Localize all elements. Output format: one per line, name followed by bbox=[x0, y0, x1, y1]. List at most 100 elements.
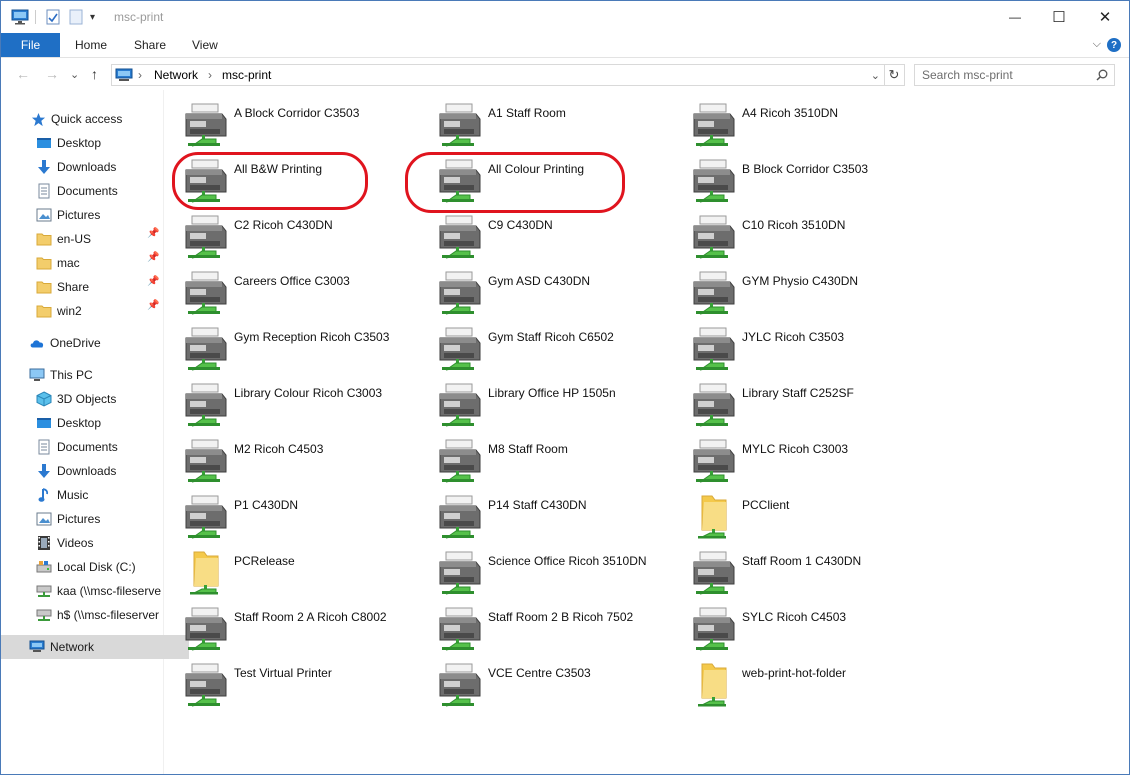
pictures-icon bbox=[36, 207, 52, 223]
printer-item[interactable]: Science Office Ricoh 3510DN bbox=[436, 548, 676, 598]
close-button[interactable]: ✕ bbox=[1082, 1, 1128, 33]
customize-toolbar-icon[interactable]: ▾ bbox=[90, 9, 95, 25]
desktop-icon bbox=[36, 135, 52, 151]
printer-item[interactable]: SYLC Ricoh C4503 bbox=[690, 604, 930, 654]
printer-icon bbox=[436, 212, 484, 260]
item-name: MYLC Ricoh C3003 bbox=[742, 442, 849, 456]
printer-item[interactable]: MYLC Ricoh C3003 bbox=[690, 436, 930, 486]
address-dropdown-icon[interactable]: ⌄ bbox=[871, 69, 880, 82]
item-name: Staff Room 1 C430DN bbox=[742, 554, 862, 568]
address-row: ← → ⌄ ↑ › Network › msc-print ⌄ ↻ bbox=[1, 58, 1129, 90]
nav-quick-access[interactable]: Quick access bbox=[1, 107, 190, 131]
tab-home[interactable]: Home bbox=[75, 33, 107, 57]
printer-item[interactable]: M2 Ricoh C4503 bbox=[182, 436, 422, 486]
item-name: M2 Ricoh C4503 bbox=[234, 442, 324, 456]
cube-icon bbox=[36, 391, 52, 407]
printer-item[interactable]: A Block Corridor C3503 bbox=[182, 100, 422, 150]
printer-icon bbox=[182, 380, 230, 428]
item-name: A1 Staff Room bbox=[488, 106, 566, 120]
printer-item[interactable]: VCE Centre C3503 bbox=[436, 660, 676, 710]
new-folder-icon[interactable] bbox=[69, 9, 83, 25]
printer-item[interactable]: M8 Staff Room bbox=[436, 436, 676, 486]
vertical-scrollbar[interactable] bbox=[1115, 90, 1129, 774]
printer-icon bbox=[436, 604, 484, 652]
printer-item[interactable]: C10 Ricoh 3510DN bbox=[690, 212, 930, 262]
item-name: Library Office HP 1505n bbox=[488, 386, 616, 400]
printer-icon bbox=[182, 100, 230, 148]
network-window-icon[interactable] bbox=[11, 9, 29, 25]
shared-folder-item[interactable]: PCClient bbox=[690, 492, 930, 542]
nav-label: Pictures bbox=[57, 208, 101, 222]
expand-ribbon-icon[interactable]: ⌵ bbox=[1093, 38, 1101, 51]
breadcrumb-network[interactable]: Network bbox=[154, 68, 198, 82]
printer-item[interactable]: B Block Corridor C3503 bbox=[690, 156, 930, 206]
help-icon[interactable]: ? bbox=[1107, 38, 1121, 52]
folder-icon bbox=[36, 279, 52, 295]
printer-item[interactable]: GYM Physio C430DN bbox=[690, 268, 930, 318]
star-icon bbox=[30, 111, 46, 127]
printer-item[interactable]: Gym Staff Ricoh C6502 bbox=[436, 324, 676, 374]
printer-item[interactable]: A1 Staff Room bbox=[436, 100, 676, 150]
printer-icon bbox=[182, 604, 230, 652]
item-name: Science Office Ricoh 3510DN bbox=[488, 554, 647, 568]
printer-item[interactable]: Library Office HP 1505n bbox=[436, 380, 676, 430]
nav-onedrive[interactable]: OneDrive bbox=[1, 331, 189, 355]
printer-icon bbox=[690, 436, 738, 484]
nav-label: kaa (\\msc-fileserve bbox=[57, 584, 162, 598]
printer-item[interactable]: C9 C430DN bbox=[436, 212, 676, 262]
printer-item[interactable]: Library Staff C252SF bbox=[690, 380, 930, 430]
printer-icon bbox=[690, 604, 738, 652]
properties-icon[interactable] bbox=[46, 9, 60, 25]
refresh-button[interactable]: ↻ bbox=[884, 64, 905, 86]
printer-item[interactable]: C2 Ricoh C430DN bbox=[182, 212, 422, 262]
printer-item[interactable]: Staff Room 2 B Ricoh 7502 bbox=[436, 604, 676, 654]
nav-network[interactable]: Network bbox=[1, 635, 189, 659]
shared-folder-icon bbox=[690, 492, 738, 540]
item-name: A4 Ricoh 3510DN bbox=[742, 106, 839, 120]
item-name: A Block Corridor C3503 bbox=[234, 106, 360, 120]
tab-view[interactable]: View bbox=[192, 33, 218, 57]
nav-this-pc[interactable]: This PC bbox=[1, 363, 189, 387]
printer-item[interactable]: JYLC Ricoh C3503 bbox=[690, 324, 930, 374]
printer-icon bbox=[690, 380, 738, 428]
shared-folder-item[interactable]: PCRelease bbox=[182, 548, 422, 598]
address-bar[interactable]: › Network › msc-print ⌄ bbox=[111, 64, 885, 86]
desktop-icon bbox=[36, 415, 52, 431]
search-box[interactable] bbox=[914, 64, 1115, 86]
tab-share[interactable]: Share bbox=[134, 33, 166, 57]
printer-item[interactable]: P14 Staff C430DN bbox=[436, 492, 676, 542]
documents-icon bbox=[36, 439, 52, 455]
file-explorer-window: ▾ msc-print — ☐ ✕ File Home Share View ⌵… bbox=[0, 0, 1130, 775]
back-button[interactable]: ← bbox=[16, 66, 30, 82]
breadcrumb-msc-print[interactable]: msc-print bbox=[222, 68, 271, 82]
red-highlight-annotation bbox=[172, 152, 368, 210]
window-title: msc-print bbox=[114, 10, 164, 24]
printer-item[interactable]: Staff Room 1 C430DN bbox=[690, 548, 930, 598]
tab-file[interactable]: File bbox=[1, 33, 60, 57]
nav-label: Music bbox=[57, 488, 89, 502]
items-view: A Block Corridor C3503 A1 Staff Room A4 … bbox=[164, 90, 1115, 774]
printer-icon bbox=[436, 268, 484, 316]
search-icon[interactable] bbox=[1096, 69, 1108, 81]
search-input[interactable] bbox=[915, 67, 1094, 83]
forward-button[interactable]: → bbox=[45, 66, 59, 82]
nav-label: Local Disk (C:) bbox=[57, 560, 136, 574]
minimize-button[interactable]: — bbox=[992, 1, 1038, 33]
maximize-button[interactable]: ☐ bbox=[1036, 1, 1082, 33]
printer-item[interactable]: A4 Ricoh 3510DN bbox=[690, 100, 930, 150]
recent-locations-icon[interactable]: ⌄ bbox=[70, 68, 79, 81]
ribbon-tabs: File Home Share View ⌵ ? bbox=[1, 33, 1129, 58]
printer-item[interactable]: Test Virtual Printer bbox=[182, 660, 422, 710]
up-button[interactable]: ↑ bbox=[91, 66, 98, 82]
printer-item[interactable]: Gym ASD C430DN bbox=[436, 268, 676, 318]
printer-item[interactable]: Staff Room 2 A Ricoh C8002 bbox=[182, 604, 422, 654]
shared-folder-item[interactable]: web-print-hot-folder bbox=[690, 660, 930, 710]
printer-icon bbox=[436, 100, 484, 148]
printer-item[interactable]: Careers Office C3003 bbox=[182, 268, 422, 318]
nav-label: OneDrive bbox=[50, 336, 101, 350]
printer-item[interactable]: Gym Reception Ricoh C3503 bbox=[182, 324, 422, 374]
printer-item[interactable]: Library Colour Ricoh C3003 bbox=[182, 380, 422, 430]
printer-item[interactable]: P1 C430DN bbox=[182, 492, 422, 542]
printer-icon bbox=[182, 324, 230, 372]
network-icon bbox=[29, 639, 45, 655]
